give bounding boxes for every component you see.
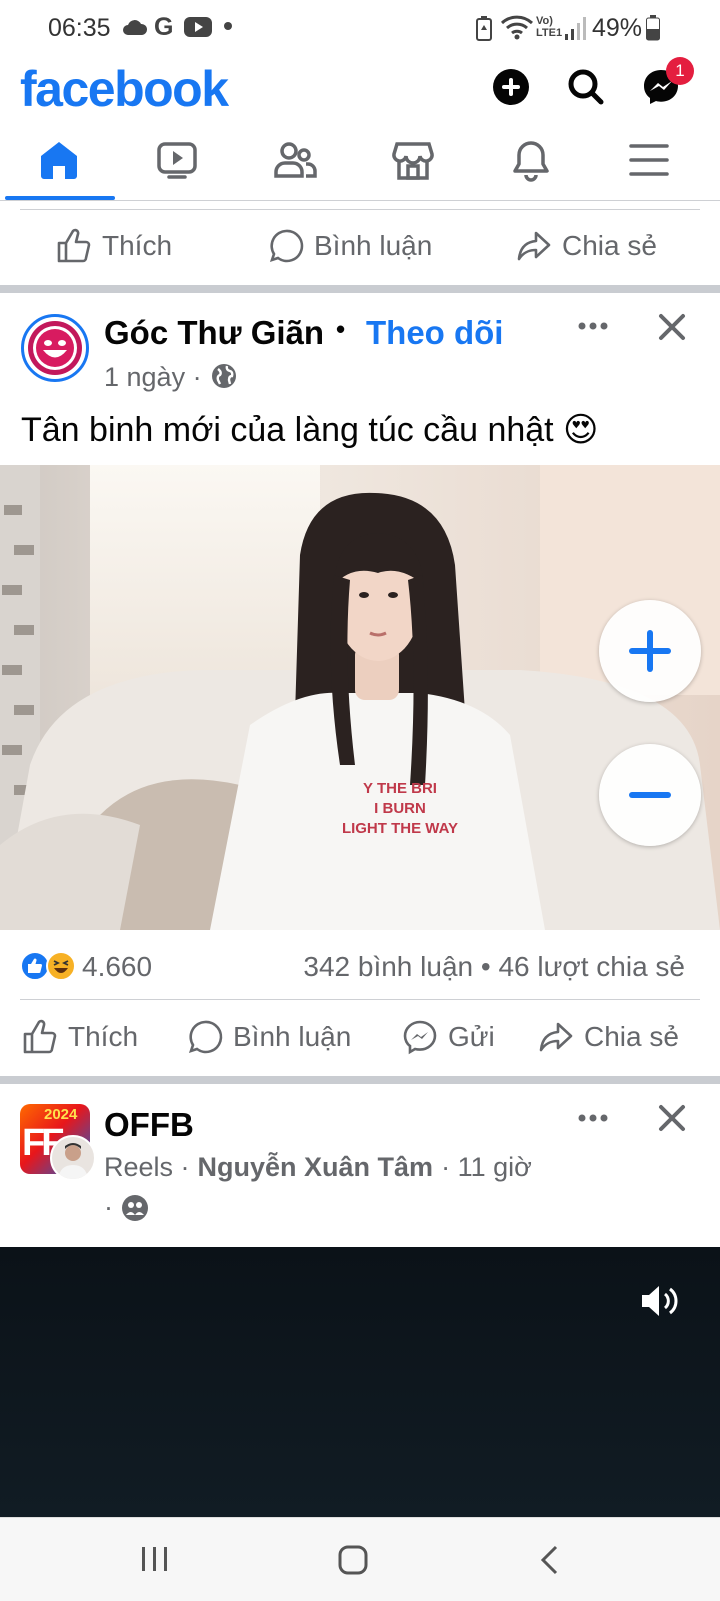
more-options-icon[interactable] [577, 318, 609, 334]
shirt-text-1: Y THE BRI [363, 780, 437, 797]
post-author-name[interactable]: Góc Thư Giãn [104, 314, 324, 352]
comment-icon [269, 229, 304, 263]
close-icon[interactable] [656, 1102, 688, 1134]
tab-home[interactable] [0, 138, 118, 200]
bell-icon [513, 141, 549, 182]
post-caption: Tân binh mới của làng túc cầu nhật 😍 [21, 411, 599, 449]
share-icon [517, 231, 551, 261]
thumbs-up-icon [57, 228, 91, 263]
author-avatar[interactable] [50, 1135, 96, 1181]
tab-notifications[interactable] [472, 138, 590, 200]
share-label: Chia sẻ [584, 1021, 679, 1052]
comment-label: Bình luận [233, 1021, 352, 1052]
reactions-count[interactable]: 4.660 [82, 951, 152, 983]
google-icon: G [154, 13, 174, 41]
post-send-button[interactable]: Gửi [402, 1019, 495, 1055]
post-separator [0, 285, 720, 293]
home-nav-button[interactable] [337, 1544, 369, 1576]
post-time[interactable]: 1 ngày · [104, 362, 202, 393]
comments-shares-count[interactable]: 342 bình luận • 46 lượt chia sẻ [303, 951, 685, 983]
recent-apps-button[interactable] [140, 1544, 170, 1574]
post2-audience: · [104, 1192, 149, 1223]
friends-icon [274, 142, 317, 178]
plus-icon [629, 630, 671, 672]
share-label: Chia sẻ [562, 230, 657, 261]
tab-friends[interactable] [236, 138, 354, 200]
comment-icon [188, 1020, 223, 1054]
close-icon[interactable] [656, 311, 688, 343]
post2-meta: Reels · Nguyễn Xuân Tâm · 11 giờ [104, 1152, 532, 1183]
share-icon [539, 1022, 573, 1052]
post2-time[interactable]: · 11 giờ [441, 1152, 532, 1183]
tab-video[interactable] [118, 138, 236, 200]
follow-button[interactable]: Theo dõi [366, 314, 503, 352]
more-options-icon[interactable] [577, 1110, 609, 1126]
like-label: Thích [102, 230, 173, 261]
offb-avatar-text: 2024 [44, 1106, 78, 1123]
like-label: Thích [68, 1021, 139, 1052]
page-avatar[interactable] [21, 314, 89, 382]
volume-icon[interactable] [640, 1283, 680, 1319]
post2-author[interactable]: Nguyễn Xuân Tâm [198, 1152, 434, 1183]
shirt-text-2: I BURN [374, 800, 426, 817]
smiley-logo-icon [28, 321, 82, 375]
home-icon [41, 142, 77, 179]
divider [20, 209, 700, 210]
search-button[interactable] [561, 62, 611, 112]
person-avatar-icon [58, 1143, 88, 1179]
messenger-outline-icon [403, 1020, 437, 1055]
dot-icon [224, 22, 232, 30]
status-bar: 06:35 G Vo) LTE1 49% [0, 0, 720, 56]
tab-bar-border [0, 200, 720, 201]
send-label: Gửi [448, 1021, 495, 1052]
post-share-button[interactable]: Chia sẻ [538, 1019, 679, 1055]
youtube-icon [184, 16, 212, 38]
cloud-icon [122, 18, 148, 36]
status-time: 06:35 [48, 14, 111, 42]
create-post-button[interactable] [486, 62, 536, 112]
tab-menu[interactable] [590, 138, 708, 200]
zoom-out-button[interactable] [599, 744, 701, 846]
minus-icon [629, 792, 671, 798]
signal-icon [565, 16, 587, 40]
comment-label: Bình luận [314, 230, 433, 261]
wifi-icon [500, 14, 534, 40]
divider [20, 999, 700, 1000]
video-icon [157, 142, 197, 179]
marketplace-icon [392, 142, 434, 180]
shirt-text-3: LIGHT THE WAY [342, 820, 458, 837]
post-like-button[interactable]: Thích [22, 1019, 138, 1055]
like-button[interactable]: Thích [56, 228, 172, 264]
tab-marketplace[interactable] [354, 138, 472, 200]
battery-icon [646, 15, 660, 41]
plus-circle-icon [493, 69, 529, 105]
globe-icon [210, 362, 238, 390]
post2-page-name[interactable]: OFFB [104, 1106, 194, 1144]
reels-label[interactable]: Reels · [104, 1152, 190, 1183]
thumbs-up-icon [23, 1019, 57, 1054]
reel-video[interactable] [0, 1247, 720, 1517]
facebook-logo[interactable]: facebook [20, 60, 229, 118]
audience-separator: · [104, 1192, 113, 1222]
menu-icon [629, 144, 669, 176]
battery-saver-icon [476, 15, 492, 41]
follow-separator: • [336, 314, 346, 344]
post-comment-button[interactable]: Bình luận [187, 1019, 351, 1055]
comment-button[interactable]: Bình luận [268, 228, 432, 264]
post-separator [0, 1076, 720, 1084]
back-nav-button[interactable] [538, 1544, 562, 1576]
zoom-in-button[interactable] [599, 600, 701, 702]
system-nav-bar [0, 1517, 720, 1601]
volte-icon: Vo) LTE1 [536, 15, 563, 39]
friends-audience-icon [122, 1194, 148, 1221]
haha-reaction-icon [46, 951, 76, 981]
share-button[interactable]: Chia sẻ [516, 228, 657, 264]
search-icon [568, 69, 604, 105]
messenger-badge: 1 [666, 57, 694, 85]
